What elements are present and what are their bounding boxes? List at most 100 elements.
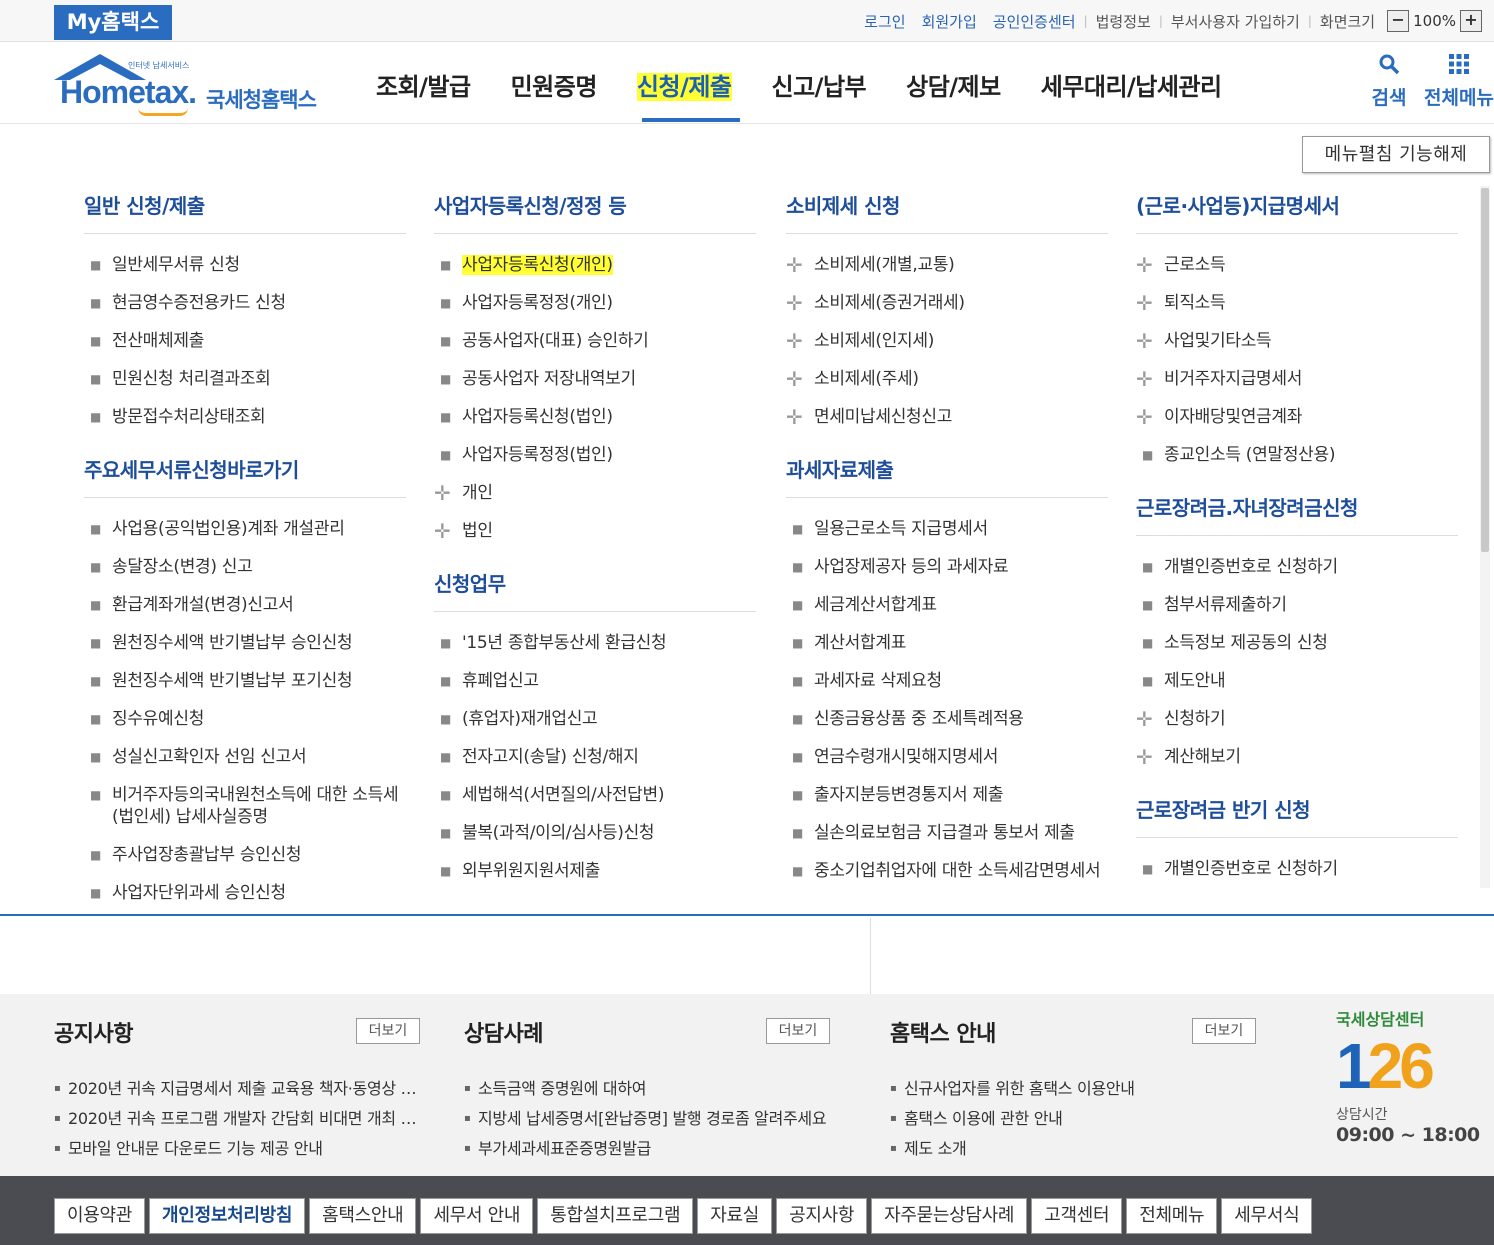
menu-item[interactable]: ■ 사업자등록정정(개인) — [434, 284, 756, 322]
notice-item[interactable]: 부가세과세표준증명원발급 — [464, 1134, 830, 1164]
nav-tab[interactable]: 민원증명 — [491, 42, 617, 124]
unpin-menu-button[interactable]: 메뉴펼침 기능해제 — [1302, 136, 1490, 173]
footer-link[interactable]: 자료실 — [697, 1198, 773, 1234]
nav-tab[interactable]: 세무대리/납세관리 — [1021, 42, 1242, 124]
menu-item[interactable]: ✛ 계산해보기 — [1136, 738, 1458, 776]
top-link[interactable]: 공인인증센터 — [985, 11, 1084, 32]
my-hometax-button[interactable]: My홈택스 — [54, 5, 172, 40]
menu-item[interactable]: ■ 사업자등록신청(법인) — [434, 398, 756, 436]
footer-link[interactable]: 이용약관 — [54, 1198, 146, 1234]
footer-link[interactable]: 세무서 안내 — [420, 1198, 534, 1234]
menu-item[interactable]: ■ 주사업장총괄납부 승인신청 — [84, 836, 406, 874]
menu-item[interactable]: ■ 세금계산서합계표 — [786, 586, 1108, 624]
menu-item[interactable]: ✛ 소비제세(인지세) — [786, 322, 1108, 360]
menu-item[interactable]: ■ 현금영수증전용카드 신청 — [84, 284, 406, 322]
menu-item[interactable]: ✛ 면세미납세신청신고 — [786, 398, 1108, 436]
menu-item[interactable]: ■ 불복(과적/이의/심사등)신청 — [434, 814, 756, 852]
top-link[interactable]: 법령정보 — [1088, 11, 1159, 32]
top-link[interactable]: 부서사용자 가입하기 — [1163, 11, 1308, 32]
menu-item[interactable]: ■ 연금수령개시및해지명세서 — [786, 738, 1108, 776]
menu-item[interactable]: ■ 종교인소득 (연말정산용) — [1136, 436, 1458, 474]
search-button[interactable]: 검색 — [1354, 52, 1424, 110]
top-link[interactable]: 회원가입 — [914, 11, 985, 32]
menu-item[interactable]: ✛ 소비제세(개별,교통) — [786, 246, 1108, 284]
menu-item[interactable]: ✛ 사업및기타소득 — [1136, 322, 1458, 360]
menu-item[interactable]: ✛ 이자배당및연금계좌 — [1136, 398, 1458, 436]
menu-item[interactable]: ✛ 비거주자지급명세서 — [1136, 360, 1458, 398]
menu-item[interactable]: ■ 전산매체제출 — [84, 322, 406, 360]
notice-item[interactable]: 2020년 귀속 프로그램 개발자 간담회 비대면 개최 안내 — [54, 1104, 420, 1134]
menu-item[interactable]: ■ 환급계좌개설(변경)신고서 — [84, 586, 406, 624]
footer-link[interactable]: 전체메뉴 — [1126, 1198, 1218, 1234]
menu-scrollbar-thumb[interactable] — [1481, 188, 1489, 552]
menu-item[interactable]: ■ (휴업자)재개업신고 — [434, 700, 756, 738]
footer-link[interactable]: 고객센터 — [1031, 1198, 1123, 1234]
notice-item[interactable]: 지방세 납세증명서[완납증명] 발행 경로좀 알려주세요 — [464, 1104, 830, 1134]
notice-item[interactable]: 소득금액 증명원에 대하여 — [464, 1074, 830, 1104]
menu-item[interactable]: ■ 실손의료보험금 지급결과 통보서 제출 — [786, 814, 1108, 852]
menu-item[interactable]: ■ '15년 종합부동산세 환급신청 — [434, 624, 756, 662]
menu-item[interactable]: ■ 개별인증번호로 신청하기 — [1136, 850, 1458, 888]
menu-item[interactable]: ✛ 개인 — [434, 474, 756, 512]
hometax-logo[interactable]: 인터넷 납세서비스 Hometax. 국세청홈택스 — [52, 50, 327, 116]
menu-item[interactable]: ■ 사업장제공자 등의 과세자료 — [786, 548, 1108, 586]
menu-item[interactable]: ■ 개별인증번호로 신청하기 — [1136, 548, 1458, 586]
menu-section-title[interactable]: (근로·사업등)지급명세서 — [1136, 186, 1458, 234]
menu-section-title[interactable]: 과세자료제출 — [786, 450, 1108, 498]
menu-item[interactable]: ✛ 소비제세(증권거래세) — [786, 284, 1108, 322]
menu-item[interactable]: ■ 사업용(공익법인용)계좌 개설관리 — [84, 510, 406, 548]
footer-link[interactable]: 자주묻는상담사례 — [871, 1198, 1028, 1234]
more-button[interactable]: 더보기 — [1192, 1018, 1256, 1044]
menu-item[interactable]: ■ 방문접수처리상태조회 — [84, 398, 406, 436]
menu-item[interactable]: ■ 일반세무서류 신청 — [84, 246, 406, 284]
menu-item[interactable]: ■ 첨부서류제출하기 — [1136, 586, 1458, 624]
menu-item[interactable]: ■ 사업자등록정정(법인) — [434, 436, 756, 474]
menu-item[interactable]: ■ 과세자료 삭제요청 — [786, 662, 1108, 700]
more-button[interactable]: 더보기 — [356, 1018, 420, 1044]
call-center-banner[interactable]: 국세상담센터 126 상담시간 09:00 ~ 18:00 — [1336, 1006, 1494, 1166]
menu-item[interactable]: ✛ 법인 — [434, 512, 756, 550]
menu-item[interactable]: ✛ 퇴직소득 — [1136, 284, 1458, 322]
menu-section-title[interactable]: 근로장려금 반기 신청 — [1136, 790, 1458, 838]
footer-link[interactable]: 통합설치프로그램 — [537, 1198, 694, 1234]
menu-item[interactable]: ■ 소득정보 제공동의 신청 — [1136, 624, 1458, 662]
nav-tab[interactable]: 상담/제보 — [886, 42, 1021, 124]
menu-item[interactable]: ■ 휴폐업신고 — [434, 662, 756, 700]
footer-link[interactable]: 홈택스안내 — [309, 1198, 417, 1234]
menu-section-title[interactable]: 사업자등록신청/정정 등 — [434, 186, 756, 234]
menu-item[interactable]: ✛ 근로소득 — [1136, 246, 1458, 284]
notice-item[interactable]: 제도 소개 — [890, 1134, 1256, 1164]
menu-item[interactable]: ■ 징수유예신청 — [84, 700, 406, 738]
footer-link[interactable]: 세무서식 — [1221, 1198, 1313, 1234]
top-link[interactable]: 로그인 — [856, 11, 913, 32]
menu-item[interactable]: ■ 공동사업자 저장내역보기 — [434, 360, 756, 398]
footer-link[interactable]: 개인정보처리방침 — [149, 1198, 306, 1234]
menu-item[interactable]: ■ 공동사업자(대표) 승인하기 — [434, 322, 756, 360]
all-menu-button[interactable]: 전체메뉴 — [1424, 52, 1494, 110]
nav-tab[interactable]: 조회/발급 — [356, 42, 491, 124]
menu-item[interactable]: ■ 비거주자등의국내원천소득에 대한 소득세(법인세) 납세사실증명 — [84, 776, 406, 836]
menu-item[interactable]: ■ 민원신청 처리결과조회 — [84, 360, 406, 398]
menu-item[interactable]: ■ 중소기업취업자에 대한 소득세감면명세서 — [786, 852, 1108, 890]
notice-item[interactable]: 신규사업자를 위한 홈택스 이용안내 — [890, 1074, 1256, 1104]
menu-item[interactable]: ■ 사업자단위과세 승인신청 — [84, 874, 406, 912]
nav-tab[interactable]: 신고/납부 — [752, 42, 887, 124]
menu-item[interactable]: ■ 신종금융상품 중 조세특례적용 — [786, 700, 1108, 738]
menu-item[interactable]: ■ 사업자등록신청(개인) — [434, 246, 756, 284]
zoom-out-button[interactable]: − — [1387, 10, 1410, 32]
footer-link[interactable]: 공지사항 — [776, 1198, 868, 1234]
top-link[interactable]: 화면크기 — [1312, 11, 1383, 32]
menu-item[interactable]: ✛ 신청하기 — [1136, 700, 1458, 738]
menu-item[interactable]: ■ 출자지분등변경통지서 제출 — [786, 776, 1108, 814]
menu-item[interactable]: ■ 전자고지(송달) 신청/해지 — [434, 738, 756, 776]
menu-item[interactable]: ■ 계산서합계표 — [786, 624, 1108, 662]
zoom-in-button[interactable]: + — [1460, 10, 1482, 32]
more-button[interactable]: 더보기 — [766, 1018, 830, 1044]
menu-item[interactable]: ■ 원천징수세액 반기별납부 승인신청 — [84, 624, 406, 662]
menu-item[interactable]: ✛ 소비제세(주세) — [786, 360, 1108, 398]
menu-section-title[interactable]: 근로장려금.자녀장려금신청 — [1136, 488, 1458, 536]
menu-item[interactable]: ■ 원천징수세액 반기별납부 포기신청 — [84, 662, 406, 700]
menu-item[interactable]: ■ 외부위원지원서제출 — [434, 852, 756, 890]
menu-item[interactable]: ■ 세법해석(서면질의/사전답변) — [434, 776, 756, 814]
menu-item[interactable]: ■ 제도안내 — [1136, 662, 1458, 700]
